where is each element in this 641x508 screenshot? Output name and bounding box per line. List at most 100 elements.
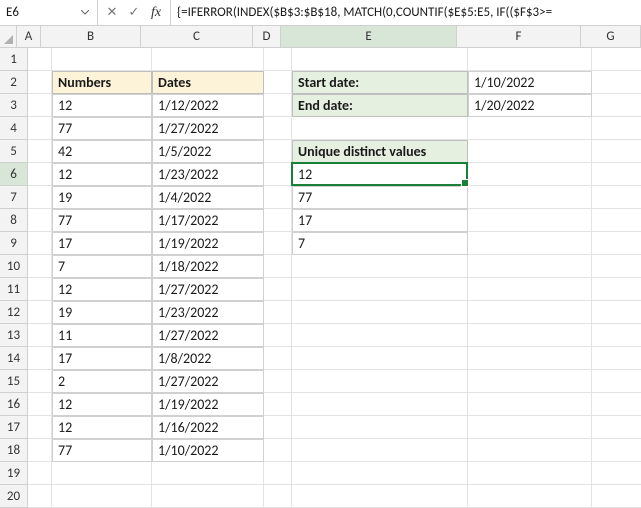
row-header-12[interactable]: 12 bbox=[0, 301, 28, 324]
cell-E1[interactable] bbox=[292, 48, 468, 71]
cell-A9[interactable] bbox=[28, 232, 52, 255]
row-header-13[interactable]: 13 bbox=[0, 324, 28, 347]
cell-F5[interactable] bbox=[468, 140, 592, 163]
cell-number-16[interactable]: 12 bbox=[52, 393, 152, 416]
row-header-7[interactable]: 7 bbox=[0, 186, 28, 209]
cell-C20[interactable] bbox=[152, 485, 264, 508]
cell-G6[interactable] bbox=[592, 163, 641, 186]
cell-G9[interactable] bbox=[592, 232, 641, 255]
cell-number-18[interactable]: 77 bbox=[52, 439, 152, 462]
cell-D11[interactable] bbox=[264, 278, 292, 301]
col-header-E[interactable]: E bbox=[281, 26, 457, 48]
cell-number-4[interactable]: 77 bbox=[52, 117, 152, 140]
row-header-20[interactable]: 20 bbox=[0, 485, 28, 508]
cell-number-13[interactable]: 11 bbox=[52, 324, 152, 347]
row-header-1[interactable]: 1 bbox=[0, 48, 28, 71]
cell-B19[interactable] bbox=[52, 462, 152, 485]
cell-D4[interactable] bbox=[264, 117, 292, 140]
cell-date-15[interactable]: 1/27/2022 bbox=[152, 370, 264, 393]
cell-number-3[interactable]: 12 bbox=[52, 94, 152, 117]
cell-number-5[interactable]: 42 bbox=[52, 140, 152, 163]
cell-E15[interactable] bbox=[292, 370, 468, 393]
cell-A12[interactable] bbox=[28, 301, 52, 324]
cell-A10[interactable] bbox=[28, 255, 52, 278]
cell-D14[interactable] bbox=[264, 347, 292, 370]
cell-D20[interactable] bbox=[264, 485, 292, 508]
cell-G13[interactable] bbox=[592, 324, 641, 347]
cell-G10[interactable] bbox=[592, 255, 641, 278]
col-header-A[interactable]: A bbox=[17, 26, 41, 48]
cell-F14[interactable] bbox=[468, 347, 592, 370]
cell-A1[interactable] bbox=[28, 48, 52, 71]
cell-G19[interactable] bbox=[592, 462, 641, 485]
formula-input[interactable]: {=IFERROR(INDEX($B$3:$B$18, MATCH(0,COUN… bbox=[171, 0, 641, 25]
cell-F7[interactable] bbox=[468, 186, 592, 209]
row-header-19[interactable]: 19 bbox=[0, 462, 28, 485]
cell-F1[interactable] bbox=[468, 48, 592, 71]
cell-D10[interactable] bbox=[264, 255, 292, 278]
cell-date-5[interactable]: 1/5/2022 bbox=[152, 140, 264, 163]
cell-date-10[interactable]: 1/18/2022 bbox=[152, 255, 264, 278]
cell-D3[interactable] bbox=[264, 94, 292, 117]
row-header-18[interactable]: 18 bbox=[0, 439, 28, 462]
cell-A2[interactable] bbox=[28, 71, 52, 94]
row-header-16[interactable]: 16 bbox=[0, 393, 28, 416]
cell-date-11[interactable]: 1/27/2022 bbox=[152, 278, 264, 301]
cell-D8[interactable] bbox=[264, 209, 292, 232]
col-header-D[interactable]: D bbox=[253, 26, 281, 48]
cell-date-12[interactable]: 1/23/2022 bbox=[152, 301, 264, 324]
cell-date-18[interactable]: 1/10/2022 bbox=[152, 439, 264, 462]
cell-A16[interactable] bbox=[28, 393, 52, 416]
cell-D13[interactable] bbox=[264, 324, 292, 347]
cell-date-6[interactable]: 1/23/2022 bbox=[152, 163, 264, 186]
cell-C1[interactable] bbox=[152, 48, 264, 71]
cell-E10[interactable] bbox=[292, 255, 468, 278]
unique-value-8[interactable]: 17 bbox=[292, 209, 468, 232]
cell-E13[interactable] bbox=[292, 324, 468, 347]
cancel-icon[interactable]: ✕ bbox=[102, 3, 122, 23]
row-header-5[interactable]: 5 bbox=[0, 140, 28, 163]
cell-date-14[interactable]: 1/8/2022 bbox=[152, 347, 264, 370]
cell-number-11[interactable]: 12 bbox=[52, 278, 152, 301]
cell-G3[interactable] bbox=[592, 94, 641, 117]
cell-number-17[interactable]: 12 bbox=[52, 416, 152, 439]
row-header-3[interactable]: 3 bbox=[0, 94, 28, 117]
cell-A14[interactable] bbox=[28, 347, 52, 370]
cell-G5[interactable] bbox=[592, 140, 641, 163]
cell-G11[interactable] bbox=[592, 278, 641, 301]
cell-G14[interactable] bbox=[592, 347, 641, 370]
cell-D16[interactable] bbox=[264, 393, 292, 416]
cell-E18[interactable] bbox=[292, 439, 468, 462]
cell-F12[interactable] bbox=[468, 301, 592, 324]
cell-E16[interactable] bbox=[292, 393, 468, 416]
cell-D2[interactable] bbox=[264, 71, 292, 94]
cell-F20[interactable] bbox=[468, 485, 592, 508]
row-header-8[interactable]: 8 bbox=[0, 209, 28, 232]
cell-D1[interactable] bbox=[264, 48, 292, 71]
cell-A17[interactable] bbox=[28, 416, 52, 439]
cell-E20[interactable] bbox=[292, 485, 468, 508]
cell-F17[interactable] bbox=[468, 416, 592, 439]
cell-number-9[interactable]: 17 bbox=[52, 232, 152, 255]
cell-E19[interactable] bbox=[292, 462, 468, 485]
cell-date-8[interactable]: 1/17/2022 bbox=[152, 209, 264, 232]
cell-D5[interactable] bbox=[264, 140, 292, 163]
cell-F16[interactable] bbox=[468, 393, 592, 416]
cell-G4[interactable] bbox=[592, 117, 641, 140]
cell-date-9[interactable]: 1/19/2022 bbox=[152, 232, 264, 255]
cell-G2[interactable] bbox=[592, 71, 641, 94]
cell-A18[interactable] bbox=[28, 439, 52, 462]
cells-area[interactable]: NumbersDates121/12/2022771/27/2022421/5/… bbox=[28, 48, 641, 508]
cell-date-7[interactable]: 1/4/2022 bbox=[152, 186, 264, 209]
row-header-14[interactable]: 14 bbox=[0, 347, 28, 370]
cell-B20[interactable] bbox=[52, 485, 152, 508]
cell-number-8[interactable]: 77 bbox=[52, 209, 152, 232]
cell-A7[interactable] bbox=[28, 186, 52, 209]
cell-E17[interactable] bbox=[292, 416, 468, 439]
cell-F19[interactable] bbox=[468, 462, 592, 485]
cell-D17[interactable] bbox=[264, 416, 292, 439]
col-header-F[interactable]: F bbox=[457, 26, 581, 48]
cell-number-6[interactable]: 12 bbox=[52, 163, 152, 186]
cell-F4[interactable] bbox=[468, 117, 592, 140]
enter-icon[interactable]: ✓ bbox=[124, 3, 144, 23]
